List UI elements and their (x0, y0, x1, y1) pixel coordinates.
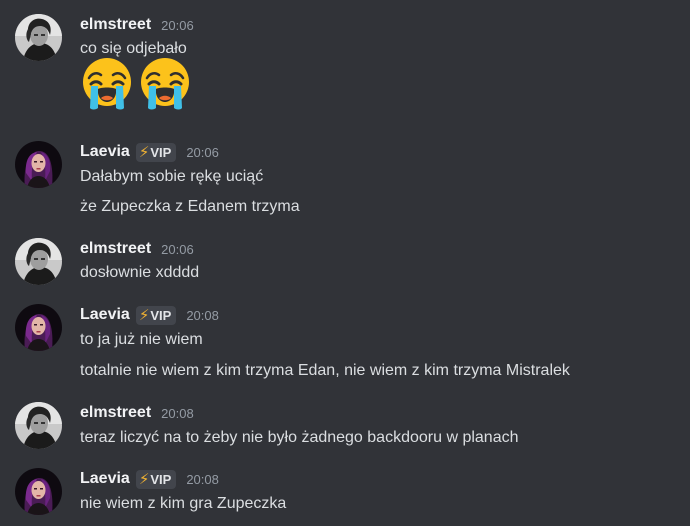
username[interactable]: Laevia (80, 306, 130, 324)
timestamp[interactable]: 20:08 (186, 472, 219, 487)
timestamp[interactable]: 20:08 (161, 406, 194, 421)
lightning-bolt-icon: ⚡ (138, 470, 150, 488)
chat-messages: elmstreet 20:06 co się odjebało Laevia ⚡… (0, 0, 690, 526)
message-header: elmstreet 20:06 (80, 14, 194, 36)
message-header: Laevia ⚡ VIP 20:06 (80, 141, 219, 163)
avatar[interactable] (15, 402, 62, 449)
username[interactable]: Laevia (80, 143, 130, 161)
message-text: totalnie nie wiem z kim trzyma Edan, nie… (80, 362, 570, 379)
vip-badge[interactable]: ⚡ VIP (135, 469, 177, 489)
message-text: to ja już nie wiem (80, 331, 203, 348)
badge-label: VIP (150, 307, 172, 323)
lightning-bolt-icon: ⚡ (138, 306, 150, 324)
badge-label: VIP (150, 471, 172, 487)
badge-label: VIP (150, 144, 172, 160)
avatar[interactable] (15, 141, 62, 188)
message-header: elmstreet 20:06 (80, 238, 194, 260)
loudly-crying-face-icon[interactable] (79, 56, 135, 112)
username[interactable]: elmstreet (80, 16, 151, 34)
lightning-bolt-icon: ⚡ (138, 143, 150, 161)
message-text: nie wiem z kim gra Zupeczka (80, 495, 287, 512)
timestamp[interactable]: 20:08 (186, 308, 219, 323)
message-header: Laevia ⚡ VIP 20:08 (80, 304, 219, 326)
timestamp[interactable]: 20:06 (186, 145, 219, 160)
vip-badge[interactable]: ⚡ VIP (135, 305, 177, 325)
timestamp[interactable]: 20:06 (161, 242, 194, 257)
message-text: że Zupeczka z Edanem trzyma (80, 198, 300, 215)
message-header: elmstreet 20:08 (80, 402, 194, 424)
message-text: dosłownie xdddd (80, 264, 200, 281)
username[interactable]: Laevia (80, 470, 130, 488)
username[interactable]: elmstreet (80, 404, 151, 422)
timestamp[interactable]: 20:06 (161, 18, 194, 33)
loudly-crying-face-icon[interactable] (137, 56, 193, 112)
avatar[interactable] (15, 238, 62, 285)
message-header: Laevia ⚡ VIP 20:08 (80, 468, 219, 490)
message-text: Dałabym sobie rękę uciąć (80, 168, 264, 185)
message-text: teraz liczyć na to żeby nie było żadnego… (80, 429, 519, 446)
username[interactable]: elmstreet (80, 240, 151, 258)
emoji-row (79, 56, 195, 112)
avatar[interactable] (15, 304, 62, 351)
avatar[interactable] (15, 468, 62, 515)
vip-badge[interactable]: ⚡ VIP (135, 142, 177, 162)
avatar[interactable] (15, 14, 62, 61)
